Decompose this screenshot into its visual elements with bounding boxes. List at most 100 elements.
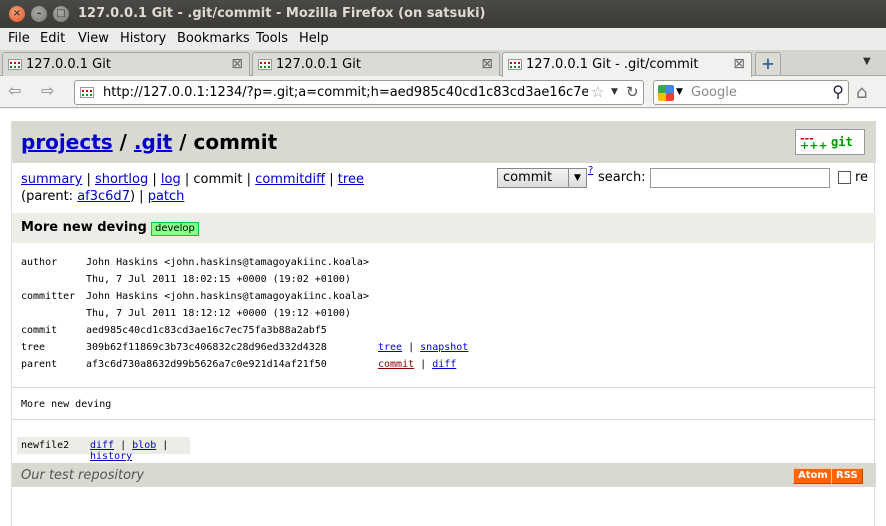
git-logo-text: git: [831, 135, 853, 149]
search-label: search:: [598, 170, 646, 185]
gitweb-favicon-icon: [80, 87, 94, 98]
committer-row: committer John Haskins <john.haskins@tam…: [21, 291, 468, 308]
summary-link[interactable]: summary: [21, 172, 82, 187]
gitweb-favicon-icon: [258, 59, 272, 70]
page-footer: Our test repository Atom RSS: [12, 463, 876, 487]
menu-file[interactable]: File: [8, 31, 30, 46]
gitweb-page: projects / .git / commit --- +++ git summ…: [11, 121, 876, 526]
commit-title: More new deving: [21, 220, 147, 235]
window-maximize-button[interactable]: □: [53, 6, 69, 22]
tree-hash[interactable]: 309b62f11869c3b73c406832c28d96ed332d4328: [86, 342, 378, 359]
tab-3-active[interactable]: 127.0.0.1 Git - .git/commit ⊠: [502, 52, 752, 77]
rss-feed-button[interactable]: RSS: [831, 468, 863, 484]
url-bar[interactable]: http://127.0.0.1:1234/?p=.git;a=commit;h…: [74, 80, 644, 105]
committer-value: John Haskins <john.haskins@tamagoyakiinc…: [86, 291, 369, 302]
patch-link[interactable]: patch: [148, 189, 185, 204]
regex-checkbox[interactable]: [838, 171, 851, 184]
atom-feed-button[interactable]: Atom: [793, 468, 833, 484]
home-icon[interactable]: ⌂: [856, 82, 867, 103]
tab-close-icon[interactable]: ⊠: [481, 56, 493, 72]
committer-date: Thu, 7 Jul 2011 18:12:12 +0000 (19:12 +0…: [86, 308, 351, 319]
shortlog-link[interactable]: shortlog: [95, 172, 148, 187]
web-search-box[interactable]: ▼ Google ⚲: [653, 80, 849, 105]
author-date: Thu, 7 Jul 2011 18:02:15 +0000 (19:02 +0…: [86, 274, 351, 285]
search-help-link[interactable]: ?: [588, 165, 593, 176]
url-text[interactable]: http://127.0.0.1:1234/?p=.git;a=commit;h…: [103, 85, 588, 100]
menu-help[interactable]: Help: [299, 31, 329, 46]
git-logo-mark-icon: --- +++: [800, 132, 828, 152]
breadcrumb: projects / .git / commit: [21, 130, 277, 154]
tree-link[interactable]: tree: [378, 342, 402, 353]
menu-edit[interactable]: Edit: [40, 31, 65, 46]
parent-link[interactable]: af3c6d7: [77, 189, 130, 204]
tab-list-dropdown-icon[interactable]: ▼: [863, 56, 871, 67]
menu-view[interactable]: View: [78, 31, 109, 46]
tab-close-icon[interactable]: ⊠: [231, 56, 243, 72]
ref-badge[interactable]: develop: [151, 222, 199, 236]
commitdiff-link[interactable]: commitdiff: [255, 172, 325, 187]
repo-link[interactable]: .git: [134, 130, 172, 154]
commit-info-table: author John Haskins <john.haskins@tamago…: [21, 257, 468, 376]
page-content: projects / .git / commit --- +++ git summ…: [0, 109, 886, 526]
committer-label: committer: [21, 291, 76, 302]
menu-bookmarks[interactable]: Bookmarks: [177, 31, 250, 46]
tab-label: 127.0.0.1 Git - .git/commit: [526, 57, 699, 72]
file-links: diff | blob | history: [90, 440, 169, 462]
snapshot-link[interactable]: snapshot: [420, 342, 468, 353]
tab-2[interactable]: 127.0.0.1 Git ⊠: [252, 52, 500, 76]
navigation-toolbar: ⇦ ⇨ http://127.0.0.1:1234/?p=.git;a=comm…: [0, 77, 886, 108]
page-nav: summary | shortlog | log | commit | comm…: [21, 172, 364, 204]
tab-1[interactable]: 127.0.0.1 Git ⊠: [2, 52, 250, 76]
menu-history[interactable]: History: [120, 31, 166, 46]
commit-title-bar: More new deving develop: [12, 213, 876, 243]
commit-hash-row: commit aed985c40cd1c83cd3ae16c7ec75fa3b8…: [21, 325, 468, 342]
window-minimize-button[interactable]: –: [31, 6, 47, 22]
back-arrow-icon[interactable]: ⇦: [8, 81, 21, 100]
author-date-row: Thu, 7 Jul 2011 18:02:15 +0000 (19:02 +0…: [21, 274, 468, 291]
gitweb-favicon-icon: [508, 59, 522, 70]
breadcrumb-separator: /: [112, 130, 134, 154]
parent-prefix: (parent:: [21, 189, 78, 204]
projects-link[interactable]: projects: [21, 130, 113, 154]
parent-diff-link[interactable]: diff: [432, 359, 456, 370]
bookmark-star-icon[interactable]: ☆: [591, 83, 604, 101]
forward-arrow-icon[interactable]: ⇨: [41, 81, 54, 100]
tab-close-icon[interactable]: ⊠: [733, 56, 745, 72]
repo-description: Our test repository: [21, 468, 145, 483]
tree-link[interactable]: tree: [338, 172, 364, 187]
search-engine-dropdown-icon[interactable]: ▼: [676, 87, 683, 97]
window-title: 127.0.0.1 Git - .git/commit - Mozilla Fi…: [78, 6, 486, 21]
tab-label: 127.0.0.1 Git: [276, 57, 361, 72]
commit-hash: aed985c40cd1c83cd3ae16c7ec75fa3b88a2abf5: [86, 325, 327, 336]
tab-label: 127.0.0.1 Git: [26, 57, 111, 72]
search-type-select[interactable]: commit ▼: [497, 168, 587, 188]
file-row: newfile2 diff | blob | history: [17, 437, 190, 462]
reload-icon[interactable]: ↻: [626, 83, 639, 101]
page-title: commit: [193, 130, 278, 154]
search-magnifier-icon[interactable]: ⚲: [832, 82, 844, 101]
committer-date-row: Thu, 7 Jul 2011 18:12:12 +0000 (19:12 +0…: [21, 308, 468, 325]
log-link[interactable]: log: [161, 172, 181, 187]
url-history-dropdown-icon[interactable]: ▼: [611, 87, 618, 97]
file-name[interactable]: newfile2: [21, 440, 69, 451]
menu-tools[interactable]: Tools: [256, 31, 288, 46]
file-blob-link[interactable]: blob: [132, 440, 156, 451]
window-close-button[interactable]: ×: [9, 6, 25, 22]
parent-label: parent: [21, 359, 58, 370]
page-header: projects / .git / commit --- +++ git: [12, 121, 876, 163]
window-titlebar: × – □ 127.0.0.1 Git - .git/commit - Mozi…: [0, 0, 886, 28]
google-logo-icon[interactable]: [658, 85, 674, 101]
tree-label: tree: [21, 342, 46, 353]
new-tab-plus-icon[interactable]: +: [755, 52, 781, 76]
parent-hash[interactable]: af3c6d730a8632d99b5626a7c0e921d14af21f50: [86, 359, 378, 376]
search-input[interactable]: [650, 168, 830, 188]
search-placeholder: Google: [691, 85, 737, 100]
file-history-link[interactable]: history: [90, 451, 132, 462]
author-value: John Haskins <john.haskins@tamagoyakiinc…: [86, 257, 369, 268]
divider: [12, 387, 876, 388]
commit-message: More new deving: [21, 399, 112, 410]
parent-suffix: ) |: [129, 189, 148, 204]
git-logo[interactable]: --- +++ git: [795, 129, 865, 155]
parent-commit-link[interactable]: commit: [378, 359, 414, 370]
file-diff-link[interactable]: diff: [90, 440, 114, 451]
